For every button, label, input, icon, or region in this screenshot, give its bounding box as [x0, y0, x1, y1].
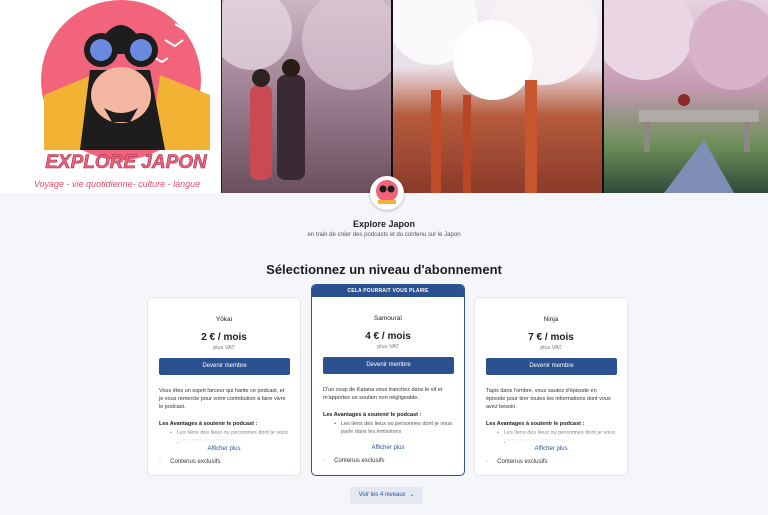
tier-name: Ninja: [543, 316, 559, 323]
tier-price: 7 € / mois: [528, 332, 574, 343]
tier-name: Yōkai: [215, 316, 233, 323]
benefits-fade: [475, 428, 627, 442]
cover-photo-couple-kimono: [221, 0, 391, 193]
benefit-exclusive-label: Contenus exclusifs: [334, 458, 385, 464]
benefit-exclusive-label: Contenus exclusifs: [497, 459, 548, 465]
benefit-exclusive-label: Contenus exclusifs: [170, 459, 221, 465]
chevron-down-icon: ⌄: [409, 492, 415, 498]
tier-card-yokai: Yōkai 2 € / mois plus VAT Devenir membre…: [147, 297, 301, 476]
recommended-ribbon: CELA POURRAIT VOUS PLAIRE: [312, 285, 464, 297]
tier-card-samourai: CELA POURRAIT VOUS PLAIRE Samouraï 4 € /…: [311, 284, 465, 476]
cover-banner: EXPLORE JAPON Voyage - vie quotidienne- …: [0, 0, 768, 193]
bullet-icon: ◦: [159, 459, 162, 465]
benefits-fade: [148, 428, 300, 442]
logo-subtitle: Voyage - vie quotidienne- culture - lang…: [34, 179, 200, 189]
benefits-fade: [312, 430, 464, 444]
join-button[interactable]: Devenir membre: [486, 358, 617, 375]
bullet-icon: ◦: [323, 458, 326, 464]
show-more-link[interactable]: Afficher plus: [475, 446, 627, 452]
tier-price: 2 € / mois: [201, 332, 247, 343]
tier-price: 4 € / mois: [365, 331, 411, 342]
benefits-title: Les Avantages à soutenir le podcast :: [486, 421, 585, 427]
tier-card-ninja: Ninja 7 € / mois plus VAT Devenir membre…: [474, 297, 628, 476]
tier-description: D'un coup de Katana vous tranchez dans l…: [323, 387, 443, 401]
logo-title: EXPLORE JAPON: [45, 152, 208, 173]
cover-photo-torii-blossoms: [391, 0, 602, 193]
benefit-exclusive: ◦ Contenus exclusifs: [159, 459, 221, 465]
tier-name: Samouraï: [373, 315, 403, 322]
creator-name: Explore Japon: [352, 219, 415, 229]
cover-photo-canal-bridge: [602, 0, 768, 193]
tier-vat-note: plus VAT: [540, 345, 562, 351]
join-button[interactable]: Devenir membre: [323, 357, 454, 374]
benefit-exclusive: ◦ Contenus exclusifs: [323, 458, 385, 464]
creator-avatar[interactable]: [370, 176, 404, 210]
tier-vat-note: plus VAT: [377, 344, 399, 350]
creator-tagline: en train de créer des podcasts et du con…: [307, 232, 461, 238]
tier-vat-note: plus VAT: [213, 345, 235, 351]
see-all-levels-label: Voir les 4 niveaux: [358, 492, 406, 498]
tier-description: Vous êtes un esprit farceur qui hante ce…: [159, 388, 286, 410]
see-all-levels-button[interactable]: Voir les 4 niveaux ⌄: [350, 487, 423, 504]
join-button[interactable]: Devenir membre: [159, 358, 290, 375]
show-more-link[interactable]: Afficher plus: [312, 445, 464, 451]
benefits-title: Les Avantages à soutenir le podcast :: [159, 421, 258, 427]
explore-japon-logo: EXPLORE JAPON Voyage - vie quotidienne- …: [0, 0, 221, 193]
logo-illustration: EXPLORE JAPON Voyage - vie quotidienne- …: [34, 0, 210, 189]
bullet-icon: ◦: [486, 459, 489, 465]
benefits-title: Les Avantages à soutenir le podcast :: [323, 412, 422, 418]
benefit-exclusive: ◦ Contenus exclusifs: [486, 459, 548, 465]
membership-section-title: Sélectionnez un niveau d'abonnement: [266, 262, 502, 277]
show-more-link[interactable]: Afficher plus: [148, 446, 300, 452]
tier-description: Tapis dans l'ombre, vous sautez d'épisod…: [486, 388, 611, 410]
